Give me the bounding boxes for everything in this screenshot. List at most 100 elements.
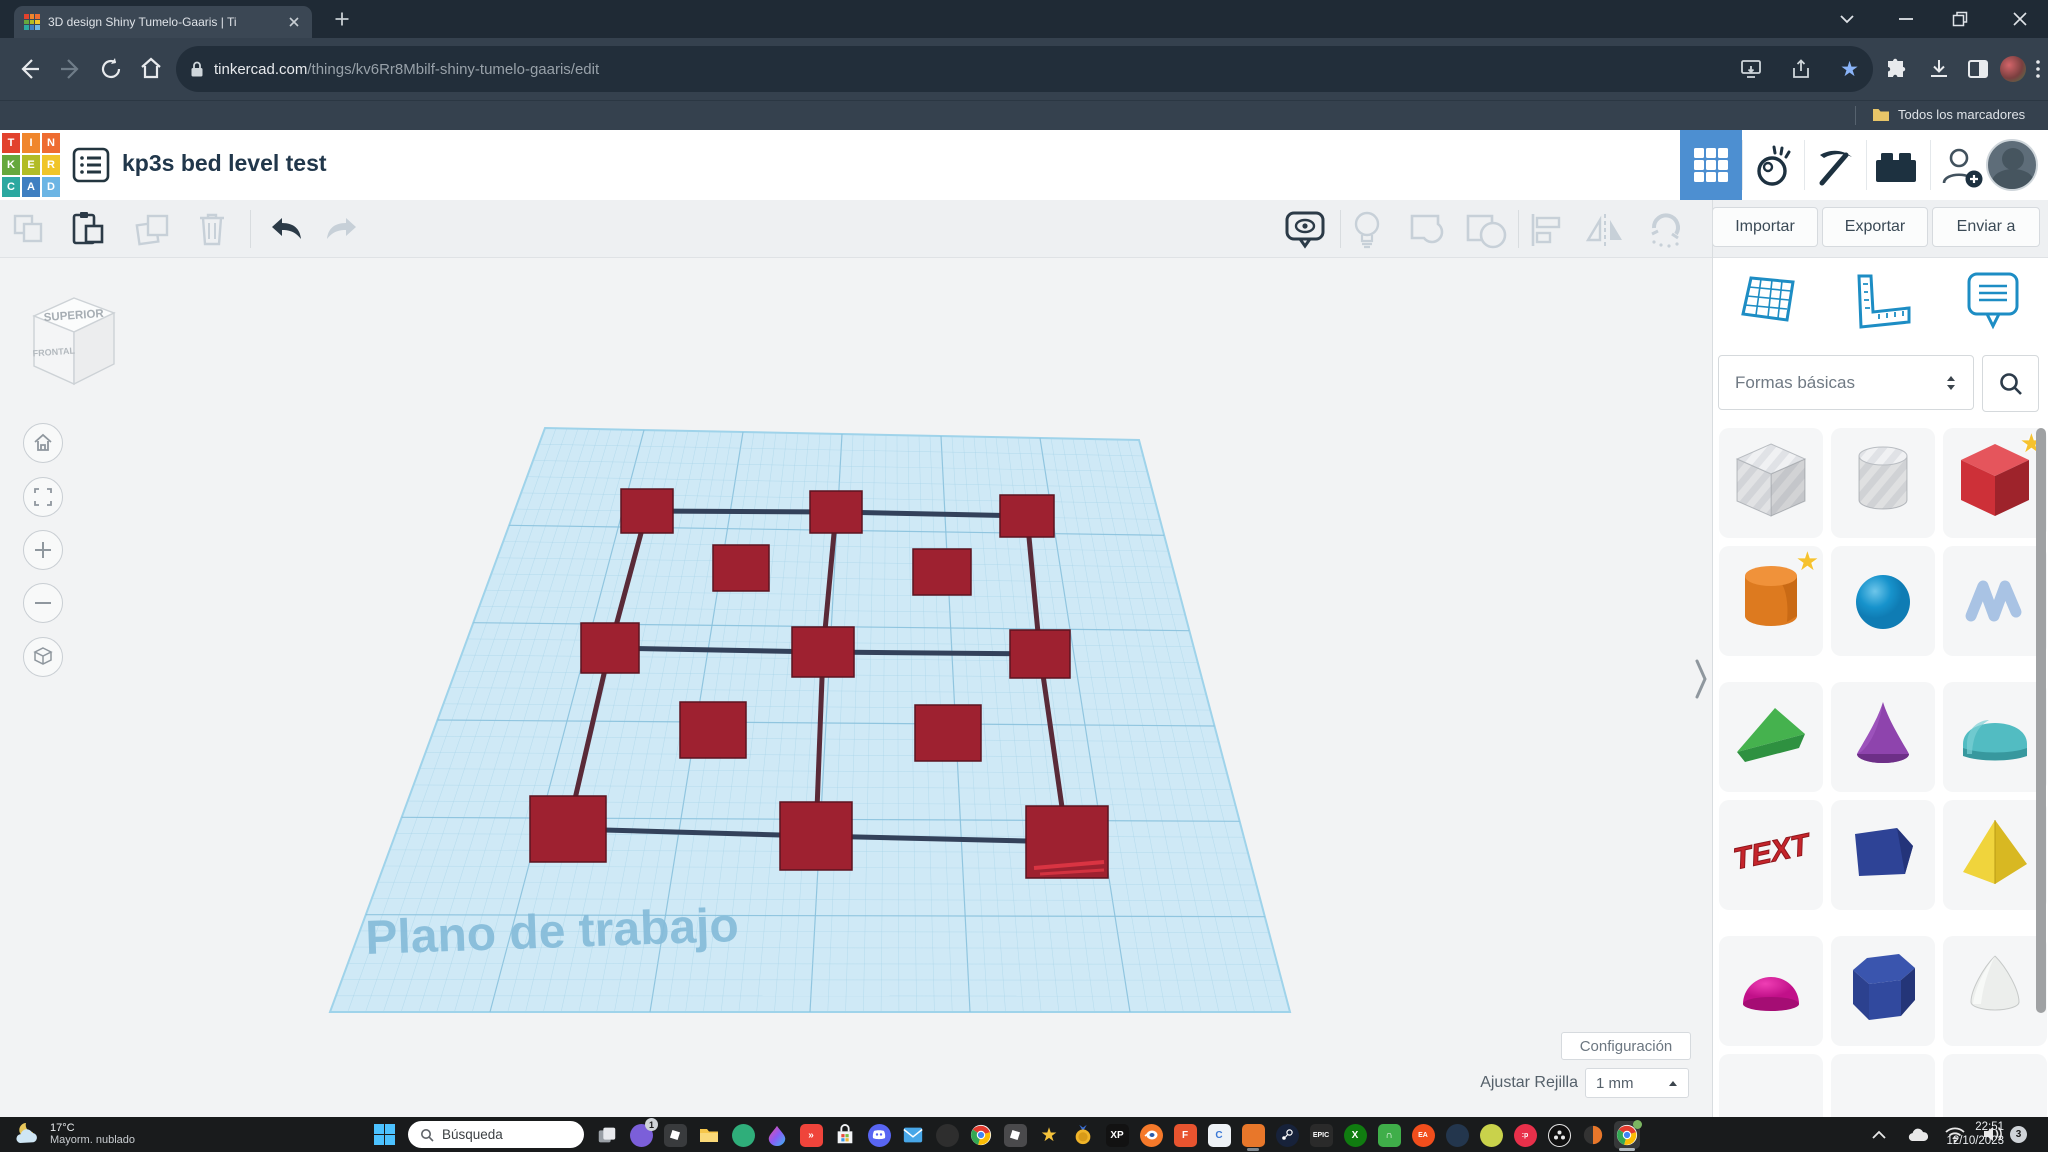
export-button[interactable]: Exportar <box>1822 207 1928 247</box>
profile-avatar[interactable] <box>2000 56 2026 82</box>
invite-person-icon[interactable] <box>1940 145 1984 189</box>
shape-shape-partial-2[interactable] <box>1831 1054 1935 1117</box>
taskbar-app-faded-app[interactable] <box>1444 1121 1470 1149</box>
taskbar-app-split-app[interactable] <box>1580 1121 1606 1149</box>
perspective-toggle-button[interactable] <box>23 637 63 677</box>
taskbar-app-globe-app[interactable] <box>1478 1121 1504 1149</box>
window-minimize-icon[interactable] <box>1898 17 1914 21</box>
shape-pyramid[interactable] <box>1943 800 2047 910</box>
taskbar-app-xp-pen[interactable]: XP <box>1104 1121 1130 1149</box>
ungroup-icon[interactable] <box>1464 212 1508 250</box>
test-pad[interactable] <box>620 488 674 534</box>
downloads-icon[interactable] <box>1927 57 1951 81</box>
taskbar-app-task-view[interactable] <box>594 1121 620 1149</box>
test-pad[interactable] <box>914 704 982 762</box>
notes-tool-icon[interactable] <box>1965 270 2021 334</box>
fit-view-button[interactable] <box>23 477 63 517</box>
shape-round-roof[interactable] <box>1943 682 2047 792</box>
shape-category-select[interactable]: Formas básicas <box>1718 355 1974 410</box>
all-bookmarks-button[interactable]: Todos los marcadores <box>1898 107 2025 122</box>
shape-shape-partial-1[interactable] <box>1719 1054 1823 1117</box>
brick-icon[interactable] <box>1874 150 1918 184</box>
shape-text[interactable]: TEXT <box>1719 800 1823 910</box>
taskbar-app-green-app[interactable]: ∩ <box>1376 1121 1402 1149</box>
shape-cylinder[interactable]: ★ <box>1719 546 1823 656</box>
panel-collapse-handle[interactable] <box>1694 655 1708 703</box>
shape-hole-box[interactable] <box>1719 428 1823 538</box>
test-pad[interactable] <box>580 622 640 674</box>
extensions-icon[interactable] <box>1884 57 1908 81</box>
browser-tab[interactable]: 3D design Shiny Tumelo-Gaaris | Ti <box>14 6 312 38</box>
home-icon[interactable] <box>138 55 164 81</box>
window-restore-icon[interactable] <box>1952 11 1968 27</box>
taskbar-app-cura[interactable]: C <box>1206 1121 1232 1149</box>
delete-icon[interactable] <box>196 210 228 248</box>
taskbar-app-chrome-active[interactable] <box>1614 1120 1642 1151</box>
taskbar-app-background-app[interactable] <box>934 1121 960 1149</box>
start-button[interactable] <box>374 1124 395 1145</box>
tray-chevron-icon[interactable] <box>1870 1128 1888 1142</box>
test-pad[interactable] <box>529 795 607 863</box>
taskbar-app-roblox-studio[interactable] <box>1002 1121 1028 1149</box>
viewport-3d[interactable]: Plano de trabajo SUPERIOR FRONTAL Config… <box>0 258 1712 1117</box>
browser-menu-icon[interactable] <box>2032 57 2044 81</box>
url-bar[interactable]: tinkercad.com/things/kv6Rr8Mbilf-shiny-t… <box>176 46 1873 92</box>
taskbar-app-tinkercad-app[interactable] <box>1240 1121 1266 1151</box>
align-icon[interactable] <box>1528 212 1566 248</box>
taskbar-app-roblox[interactable] <box>662 1121 688 1149</box>
install-app-icon[interactable] <box>1740 58 1762 80</box>
test-pad[interactable] <box>791 626 855 678</box>
shape-roof[interactable] <box>1719 682 1823 792</box>
forward-icon[interactable] <box>58 56 84 82</box>
undo-icon[interactable] <box>266 213 306 245</box>
design-menu-icon[interactable] <box>72 147 110 183</box>
taskbar-app-chat-app[interactable]: 1 <box>628 1118 658 1149</box>
onedrive-icon[interactable] <box>1906 1126 1928 1144</box>
shape-box[interactable]: ★ <box>1943 428 2047 538</box>
side-panel-icon[interactable] <box>1966 57 1990 81</box>
zoom-in-button[interactable] <box>23 530 63 570</box>
blocks-mode-button[interactable] <box>1680 130 1742 200</box>
taskbar-clock[interactable]: 22:51 12/10/2023 <box>1946 1121 2004 1148</box>
design-title[interactable]: kp3s bed level test <box>122 150 327 177</box>
import-button[interactable]: Importar <box>1712 207 1818 247</box>
reload-icon[interactable] <box>98 56 124 82</box>
taskbar-app-ea-app[interactable]: EA <box>1410 1121 1436 1149</box>
copy-icon[interactable] <box>12 213 46 245</box>
shape-sphere[interactable] <box>1831 546 1935 656</box>
shape-half-sphere[interactable] <box>1719 936 1823 1046</box>
test-pad[interactable] <box>912 548 972 596</box>
workplane-tool-icon[interactable] <box>1741 272 1799 330</box>
show-all-icon[interactable] <box>1284 210 1326 250</box>
taskbar-app-medal-app[interactable] <box>1070 1121 1096 1149</box>
account-avatar[interactable] <box>1986 139 2038 191</box>
view-cube[interactable]: SUPERIOR FRONTAL <box>26 292 122 392</box>
window-close-icon[interactable] <box>2012 11 2028 27</box>
share-icon[interactable] <box>1790 58 1812 80</box>
taskbar-app-xbox[interactable]: X <box>1342 1121 1368 1149</box>
taskbar-app-remote-app[interactable]: » <box>798 1121 824 1149</box>
home-view-button[interactable] <box>23 423 63 463</box>
mirror-icon[interactable] <box>1584 212 1626 248</box>
taskbar-app-game-app[interactable] <box>730 1121 756 1149</box>
shape-search-button[interactable] <box>1982 355 2039 412</box>
tinkercad-logo[interactable]: TIN KER CAD <box>2 133 60 197</box>
test-pad[interactable] <box>999 494 1055 538</box>
workplane-snap-icon[interactable] <box>1644 210 1686 250</box>
shape-polygon[interactable] <box>1831 936 1935 1046</box>
favorite-star-icon[interactable]: ★ <box>1796 546 1819 577</box>
test-pad[interactable] <box>712 544 770 592</box>
send-to-button[interactable]: Enviar a <box>1932 207 2040 247</box>
ruler-tool-icon[interactable] <box>1851 272 1913 332</box>
taskbar-app-star-app[interactable]: ★ <box>1036 1121 1062 1149</box>
tab-close-icon[interactable] <box>286 14 302 30</box>
window-menu-chevron-icon[interactable] <box>1838 13 1856 25</box>
duplicate-icon[interactable] <box>132 212 172 248</box>
zoom-out-button[interactable] <box>23 583 63 623</box>
taskbar-app-fusion-360[interactable]: F <box>1172 1121 1198 1149</box>
taskbar-app-red-app[interactable]: :p <box>1512 1121 1538 1149</box>
bookmark-star-icon[interactable]: ★ <box>1840 57 1859 82</box>
shape-shape-partial-3[interactable] <box>1943 1054 2047 1117</box>
group-icon[interactable] <box>1408 212 1450 250</box>
taskbar-app-discord[interactable] <box>866 1121 892 1149</box>
